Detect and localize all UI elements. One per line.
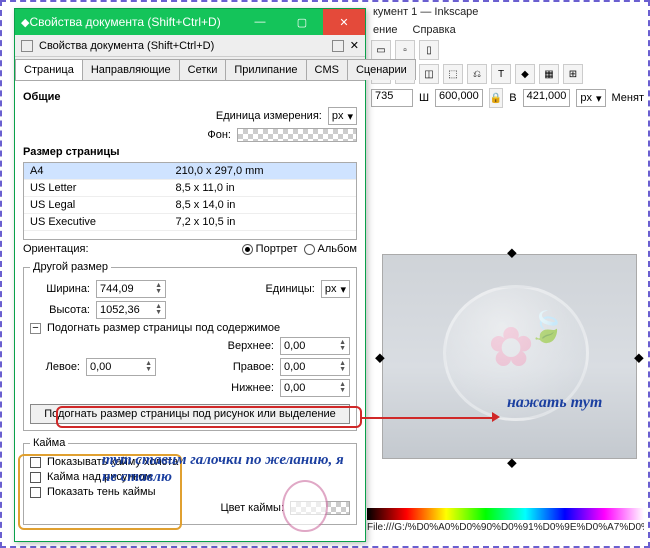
list-item: US Legal8,5 x 14,0 in xyxy=(24,197,356,214)
dialog-titlebar[interactable]: ◆ Свойства документа (Shift+Ctrl+D) — ▢ … xyxy=(15,9,365,35)
checkbox-border-above-label: Кайма над рисунком xyxy=(47,471,152,483)
toolbar-btn[interactable]: ▯ xyxy=(419,40,439,60)
margin-top-input[interactable]: 0,00▲▼ xyxy=(280,337,350,355)
border-color-label: Цвет каймы: xyxy=(30,502,284,514)
radio-portrait[interactable]: Портрет xyxy=(242,243,298,255)
units-select[interactable]: px▾ xyxy=(321,280,350,298)
annotation-press-here: нажать тут xyxy=(507,394,602,412)
tool-icon[interactable]: ▦ xyxy=(539,64,559,84)
selection-handle-bottom[interactable]: ⬥ xyxy=(507,454,517,464)
close-button[interactable]: ✕ xyxy=(323,9,365,35)
close-panel-button[interactable]: ✕ xyxy=(350,39,359,52)
selection-handle-right[interactable]: ⬥ xyxy=(634,349,644,359)
coord-x[interactable]: 735 xyxy=(371,89,413,107)
background-color-button[interactable] xyxy=(237,128,357,142)
menu-help[interactable]: Справка xyxy=(413,24,456,36)
selection-handle-top[interactable]: ⬥ xyxy=(507,244,517,254)
color-palette[interactable] xyxy=(367,508,644,520)
height-label: Высота: xyxy=(30,304,90,316)
list-item: A4210,0 x 297,0 mm xyxy=(24,163,356,180)
dialog-tabs: Страница Направляющие Сетки Прилипание C… xyxy=(15,57,365,81)
tab-guides[interactable]: Направляющие xyxy=(82,59,180,80)
checkbox-border-above[interactable] xyxy=(30,472,41,483)
width-label: Ш xyxy=(419,92,429,104)
margin-bottom-input[interactable]: 0,00▲▼ xyxy=(280,379,350,397)
checkbox-border-shadow-label: Показать тень каймы xyxy=(47,486,156,498)
margin-bottom-label: Нижнее: xyxy=(30,382,274,394)
menu-selection[interactable]: ение xyxy=(373,24,397,36)
coord-w[interactable]: 600,000 xyxy=(435,89,483,107)
custom-size-fieldset: Другой размер Ширина: 744,09▲▼ Единицы: … xyxy=(23,261,357,431)
app-icon: ◆ xyxy=(21,16,29,29)
canvas[interactable]: ⬥ ⬥ ⬥ ⬥ нажать тут xyxy=(367,134,644,496)
checkbox-show-border[interactable] xyxy=(30,457,41,468)
checkbox-show-border-label: Показывать кайму холста xyxy=(47,456,178,468)
fit-collapse-toggle[interactable]: − xyxy=(30,323,41,334)
margin-right-input[interactable]: 0,00▲▼ xyxy=(280,358,350,376)
margin-right-label: Правое: xyxy=(162,361,274,373)
custom-size-legend: Другой размер xyxy=(30,261,111,273)
tab-scripts[interactable]: Сценарии xyxy=(347,59,416,80)
border-legend: Кайма xyxy=(30,437,68,449)
checkbox-border-shadow[interactable] xyxy=(30,487,41,498)
list-item: US Executive7,2 x 10,5 in xyxy=(24,214,356,231)
toolbar-btn[interactable]: ▫ xyxy=(395,40,415,60)
unit-select[interactable]: px▾ xyxy=(328,107,357,125)
general-heading: Общие xyxy=(23,91,357,103)
tool-icon[interactable]: ⊞ xyxy=(563,64,583,84)
height-input[interactable]: 1052,36▲▼ xyxy=(96,301,166,319)
fit-page-button[interactable]: Подогнать размер страницы под рисунок ил… xyxy=(30,404,350,424)
lock-icon[interactable]: 🔒 xyxy=(489,88,503,108)
tool-icon[interactable]: ⬚ xyxy=(443,64,463,84)
inkscape-menubar[interactable]: ение Справка xyxy=(367,22,648,38)
page-tab-content: Общие Единица измерения: px▾ Фон: Размер… xyxy=(15,81,365,541)
doc-icon xyxy=(21,40,33,52)
detach-button[interactable] xyxy=(332,40,344,52)
background-label: Фон: xyxy=(23,129,231,141)
width-label: Ширина: xyxy=(30,283,90,295)
coord-h[interactable]: 421,000 xyxy=(523,89,571,107)
tool-icon[interactable]: T xyxy=(491,64,511,84)
swap-label[interactable]: Менят xyxy=(612,92,644,104)
inkscape-title: кумент 1 — Inkscape xyxy=(367,2,648,22)
tab-cms[interactable]: CMS xyxy=(306,59,348,80)
document-properties-dialog: ◆ Свойства документа (Shift+Ctrl+D) — ▢ … xyxy=(14,8,366,542)
tool-icon[interactable]: ⎌ xyxy=(467,64,487,84)
radio-landscape[interactable]: Альбом xyxy=(304,243,357,255)
tab-page[interactable]: Страница xyxy=(15,59,83,80)
border-fieldset: Кайма Показывать кайму холста Кайма над … xyxy=(23,437,357,525)
inkscape-coord-bar: 735 Ш 600,000 🔒 В 421,000 px▾ Менят xyxy=(367,86,648,110)
margin-top-label: Верхнее: xyxy=(30,340,274,352)
width-input[interactable]: 744,09▲▼ xyxy=(96,280,166,298)
tool-icon[interactable]: ◫ xyxy=(419,64,439,84)
height-label: В xyxy=(509,92,516,104)
unit-label: Единица измерения: xyxy=(23,110,322,122)
pagesize-heading: Размер страницы xyxy=(23,146,357,158)
dialog-title: Свойства документа (Shift+Ctrl+D) xyxy=(29,15,239,29)
page-size-list[interactable]: A4210,0 x 297,0 mm US Letter8,5 x 11,0 i… xyxy=(23,162,357,240)
orientation-label: Ориентация: xyxy=(23,243,89,255)
status-bar: File:///G:/%D0%A0%D0%90%D0%91%D0%9E%D0%A… xyxy=(367,522,644,540)
margin-left-label: Левое: xyxy=(30,361,80,373)
selected-image[interactable] xyxy=(382,254,637,459)
units-label: Единицы: xyxy=(172,283,315,295)
minimize-button[interactable]: — xyxy=(239,9,281,35)
coord-unit[interactable]: px▾ xyxy=(576,89,605,107)
maximize-button[interactable]: ▢ xyxy=(281,9,323,35)
tool-icon[interactable]: ◆ xyxy=(515,64,535,84)
fit-toggle-label[interactable]: Подогнать размер страницы под содержимое xyxy=(47,322,280,334)
tab-grids[interactable]: Сетки xyxy=(179,59,227,80)
image-content xyxy=(483,325,563,405)
selection-handle-left[interactable]: ⬥ xyxy=(375,349,385,359)
list-item: US Letter8,5 x 11,0 in xyxy=(24,180,356,197)
margin-left-input[interactable]: 0,00▲▼ xyxy=(86,358,156,376)
border-color-button[interactable] xyxy=(290,501,350,515)
dialog-subheader: Свойства документа (Shift+Ctrl+D) ✕ xyxy=(15,35,365,57)
toolbar-btn[interactable]: ▭ xyxy=(371,40,391,60)
tab-snap[interactable]: Прилипание xyxy=(225,59,306,80)
dialog-subtitle: Свойства документа (Shift+Ctrl+D) xyxy=(39,40,326,52)
annotation-arrow-head xyxy=(492,412,500,422)
annotation-arrow-line xyxy=(362,417,492,419)
